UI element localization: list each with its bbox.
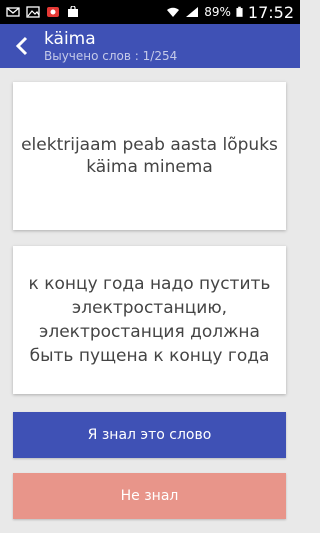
notification-icons [6,6,80,18]
battery-icon [236,6,243,17]
app-notification-icon [47,7,59,17]
email-icon [6,7,20,17]
page-title: käima [44,28,96,49]
translation-text: к концу года надо пустить электростанцию… [28,274,271,366]
progress-subtitle: Выучено слов : 1/254 [44,48,178,63]
knew-word-button[interactable]: Я знал это слово [13,412,286,458]
did-not-know-button[interactable]: Не знал [13,473,286,519]
system-status: 89% 17:52 [166,3,294,22]
back-button[interactable] [0,24,44,68]
battery-percent: 89% [204,5,231,19]
arrow-back-icon [15,36,28,56]
knew-word-label: Я знал это слово [87,427,212,443]
word-phrase: elektrijaam peab aasta lõpuks käima mine… [21,135,278,177]
clock: 17:52 [247,2,294,22]
did-not-know-label: Не знал [120,488,179,504]
app-bar: käima Выучено слов : 1/254 [0,24,300,68]
status-bar: 89% 17:52 [0,0,300,24]
word-card[interactable]: elektrijaam peab aasta lõpuks käima mine… [13,82,286,230]
wifi-icon [167,7,180,17]
header-titles: käima Выучено слов : 1/254 [44,29,177,64]
shopping-bag-icon [68,6,78,17]
signal-icon [186,7,199,17]
image-icon [26,6,40,18]
translation-card[interactable]: к концу года надо пустить электростанцию… [13,246,286,394]
